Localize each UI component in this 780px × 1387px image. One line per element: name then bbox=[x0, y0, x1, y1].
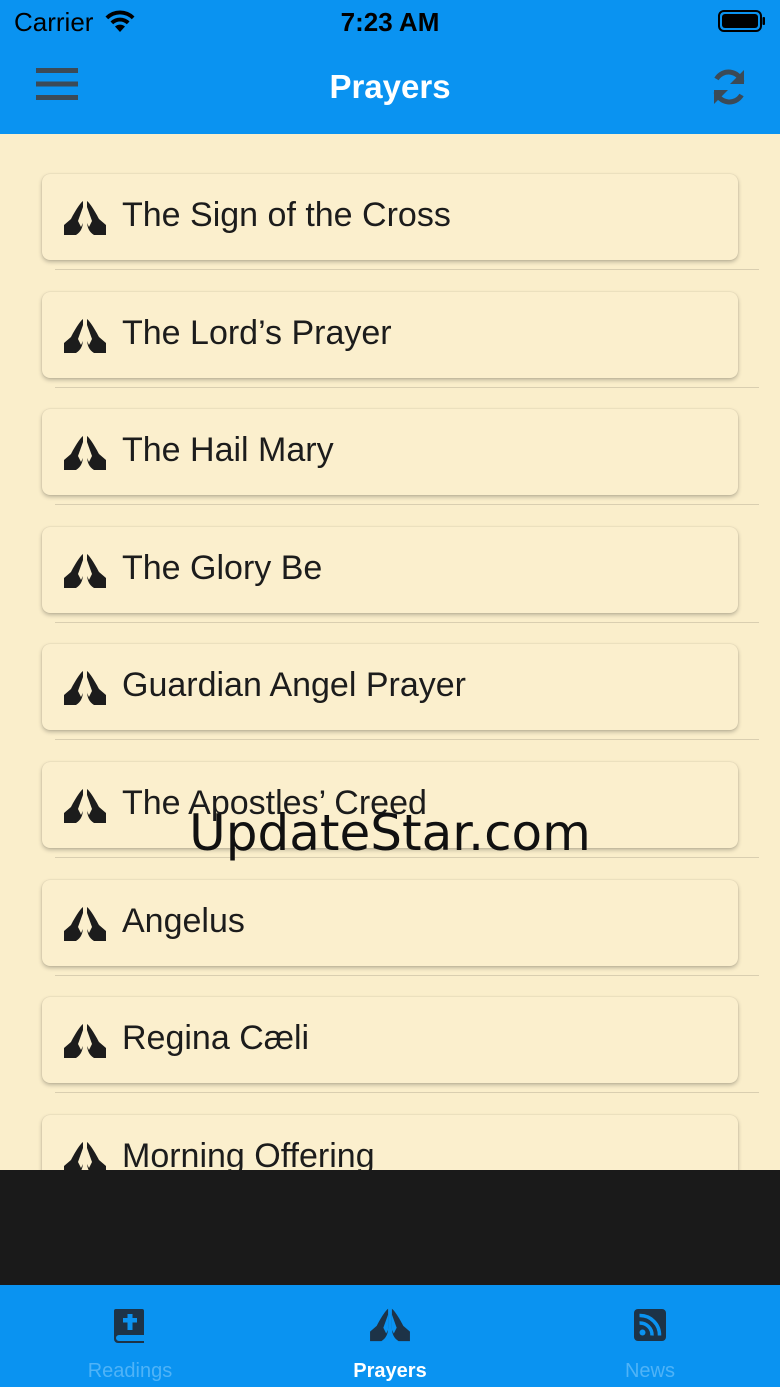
praying-hands-icon bbox=[370, 1308, 410, 1342]
rss-icon bbox=[634, 1309, 666, 1341]
navbar: Prayers bbox=[0, 52, 780, 126]
status-time: 7:23 AM bbox=[340, 7, 440, 37]
tab-prayers-label: Prayers bbox=[353, 1360, 427, 1382]
list-item: Guardian Angel Prayer bbox=[0, 644, 780, 762]
prayer-card[interactable]: Guardian Angel Prayer bbox=[42, 644, 738, 731]
status-bar: Carrier 7:23 AM bbox=[0, 0, 780, 44]
praying-hands-icon bbox=[64, 318, 106, 353]
list-item: The Hail Mary bbox=[0, 409, 780, 527]
praying-hands-icon bbox=[64, 553, 106, 588]
prayer-card[interactable]: The Glory Be bbox=[42, 526, 738, 613]
tab-readings[interactable]: Readings bbox=[0, 1285, 260, 1387]
prayer-label: Guardian Angel Prayer bbox=[122, 666, 466, 705]
praying-hands-icon bbox=[64, 906, 106, 941]
prayer-label: The Hail Mary bbox=[122, 431, 334, 470]
page-title: Prayers bbox=[329, 68, 451, 105]
prayer-label: Morning Offering bbox=[122, 1136, 375, 1170]
divider bbox=[55, 386, 759, 388]
battery-icon bbox=[718, 10, 765, 32]
divider bbox=[55, 504, 759, 506]
prayer-label: The Glory Be bbox=[122, 548, 323, 587]
list-item: The Lord’s Prayer bbox=[0, 291, 780, 410]
tab-readings-label: Readings bbox=[87, 1360, 173, 1382]
divider bbox=[55, 269, 759, 270]
praying-hands-icon bbox=[64, 201, 106, 235]
prayer-card[interactable]: The Hail Mary bbox=[42, 409, 738, 496]
watermark-text: UpdateStar.com bbox=[189, 804, 591, 862]
tab-prayers[interactable]: Prayers bbox=[260, 1285, 520, 1387]
praying-hands-icon bbox=[64, 436, 106, 471]
praying-hands-icon bbox=[64, 1141, 106, 1170]
prayer-list: The Sign of the Cross The Lord’s Prayer Th… bbox=[0, 174, 780, 1170]
prayer-label: The Sign of the Cross bbox=[122, 196, 451, 234]
refresh-icon[interactable] bbox=[708, 66, 750, 108]
list-item: Morning Offering bbox=[0, 1114, 780, 1170]
prayer-card[interactable]: Morning Offering bbox=[42, 1114, 738, 1170]
prayer-card[interactable]: The Lord’s Prayer bbox=[42, 291, 738, 378]
divider bbox=[55, 739, 759, 741]
bible-icon bbox=[114, 1309, 144, 1343]
tab-bar: Readings Prayers News bbox=[0, 1285, 780, 1387]
divider bbox=[55, 1092, 759, 1094]
list-item: Angelus bbox=[0, 879, 780, 998]
list-item: The Glory Be bbox=[0, 526, 780, 645]
divider bbox=[55, 621, 759, 623]
praying-hands-icon bbox=[64, 1024, 106, 1059]
prayer-label: The Lord’s Prayer bbox=[122, 313, 392, 352]
ad-banner-area bbox=[0, 1170, 780, 1274]
tab-news[interactable]: News bbox=[520, 1285, 780, 1387]
praying-hands-icon bbox=[64, 671, 106, 706]
prayer-card[interactable]: Regina Cæli bbox=[42, 997, 738, 1084]
list-item: Regina Cæli bbox=[0, 997, 780, 1115]
prayer-card[interactable]: Angelus bbox=[42, 879, 738, 966]
header: Carrier 7:23 AM Prayers bbox=[0, 0, 780, 134]
prayer-label: Regina Cæli bbox=[122, 1019, 310, 1058]
list-item: The Sign of the Cross bbox=[0, 174, 780, 292]
prayer-label: Angelus bbox=[122, 901, 245, 940]
prayer-list-container[interactable]: The Sign of the Cross The Lord’s Prayer Th… bbox=[0, 134, 780, 1170]
divider bbox=[55, 974, 759, 976]
prayer-card[interactable]: The Sign of the Cross bbox=[42, 174, 738, 260]
tab-news-label: News bbox=[624, 1360, 675, 1382]
